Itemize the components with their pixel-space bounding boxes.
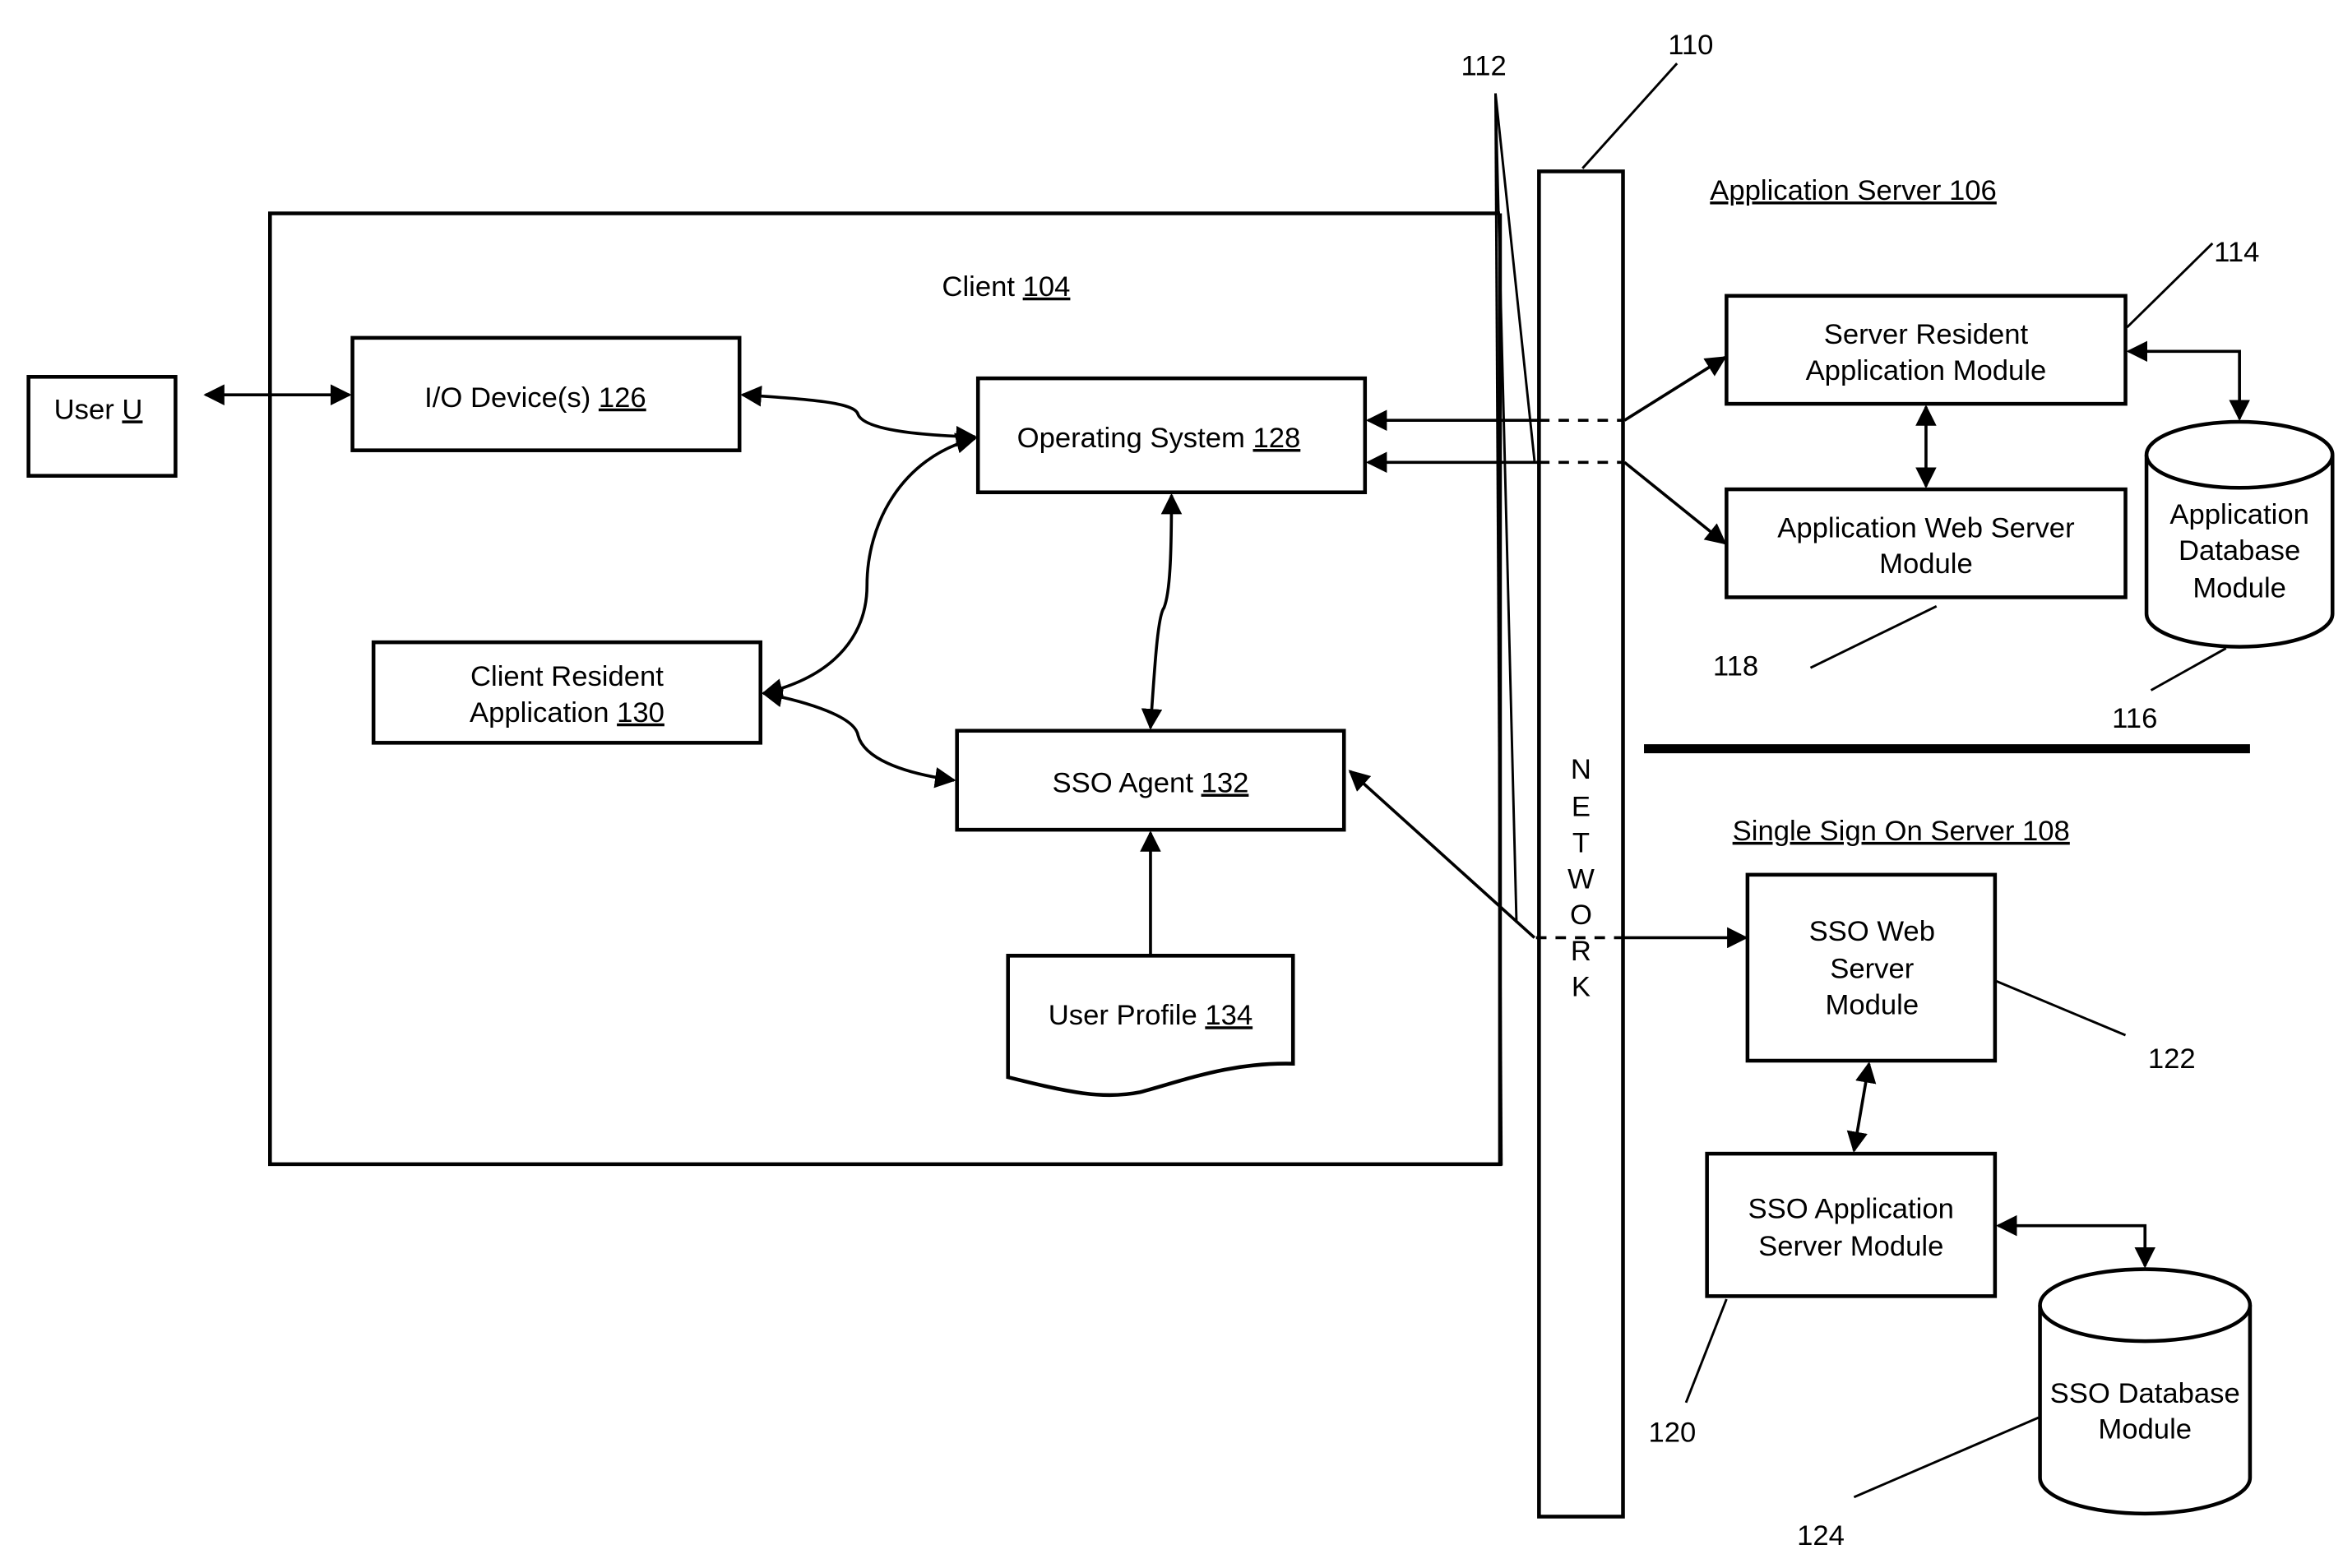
network-bar: N E T W O R K 110: [1537, 30, 1713, 1519]
app-db-line1: Application: [2169, 499, 2308, 530]
net-server-resident-arrow: [1623, 356, 1727, 422]
app-web-server-line2: Module: [1879, 548, 1973, 580]
sso-db-ref: 124: [1797, 1520, 1845, 1552]
app-db-ref: 116: [2112, 703, 2157, 734]
io-device-node: I/O Device(s) 126: [350, 335, 742, 452]
network-letter-w: W: [1567, 863, 1595, 895]
sso-server-title: Single Sign On Server 108: [1733, 816, 2070, 847]
app-database-module: Application Database Module 116: [2112, 419, 2335, 734]
user-ref: U: [122, 394, 142, 425]
svg-text:Operating System 128: Operating System 128: [1017, 423, 1301, 454]
app-web-server-line1: Application Web Server: [1777, 512, 2074, 543]
app-db-line2: Database: [2179, 535, 2300, 567]
server-resident-ref: 114: [2214, 237, 2259, 268]
network-ref: 110: [1668, 30, 1713, 61]
sso-web-app-arrow: [1846, 1062, 1877, 1153]
network-letter-n: N: [1571, 754, 1591, 785]
network-letter-o: O: [1570, 900, 1592, 931]
io-device-label: I/O Device(s): [424, 382, 590, 414]
sso-app-db-arrow: [1995, 1214, 2156, 1269]
sso-web-line1: SSO Web: [1809, 916, 1935, 947]
user-profile-ref: 134: [1205, 1000, 1253, 1031]
client-resident-app-ref: 130: [617, 697, 664, 728]
sso-web-ref: 122: [2148, 1043, 2196, 1075]
sso-app-ref: 120: [1649, 1417, 1697, 1448]
app-db-line3: Module: [2193, 572, 2286, 604]
user-label: User: [54, 394, 114, 425]
server-resident-line1: Server Resident: [1824, 319, 2029, 350]
sso-database-module: SSO Database Module 124: [1797, 1267, 2253, 1552]
sso-agent-node: SSO Agent 132: [955, 728, 1346, 832]
network-letter-r: R: [1571, 936, 1591, 967]
svg-text:SSO Agent 132: SSO Agent 132: [1053, 768, 1249, 799]
svg-text:Client 104: Client 104: [942, 271, 1070, 303]
sso-agent-ref: 132: [1202, 768, 1249, 799]
operating-system-ref: 128: [1253, 423, 1301, 454]
svg-text:Application 130: Application 130: [470, 697, 664, 728]
operating-system-label: Operating System: [1017, 423, 1245, 454]
app-web-server-module: Application Web Server Module 118: [1713, 487, 2128, 682]
network-letter-k: K: [1572, 972, 1591, 1003]
sso-web-server-module: SSO Web Server Module 122: [1745, 872, 2196, 1075]
application-server-group: Application Server 106 Server Resident A…: [1710, 175, 2335, 734]
svg-text:User Profile 134: User Profile 134: [1049, 1000, 1253, 1031]
svg-text:User U: User U: [54, 394, 143, 425]
sso-server-group: Single Sign On Server 108 SSO Web Server…: [1649, 816, 2253, 1552]
resident-db-arrow: [2126, 340, 2250, 421]
network-letter-t: T: [1572, 827, 1590, 858]
sso-app-line1: SSO Application: [1748, 1194, 1954, 1225]
client-resident-app-line1: Client Resident: [470, 661, 664, 692]
sso-db-line1: SSO Database: [2050, 1378, 2240, 1409]
client-resident-app-line2: Application: [470, 697, 609, 728]
user-profile-label: User Profile: [1049, 1000, 1197, 1031]
sso-architecture-diagram: User U Client 104 I/O Device(s) 126 Oper…: [26, 30, 2335, 1552]
client-label: Client: [942, 271, 1015, 303]
sso-web-line3: Module: [1825, 989, 1919, 1020]
client-resident-app-node: Client Resident Application 130: [371, 640, 763, 745]
network-letter-e: E: [1572, 792, 1591, 823]
server-resident-module: Server Resident Application Module 114: [1725, 237, 2259, 406]
client-ref: 104: [1023, 271, 1071, 303]
application-server-title: Application Server 106: [1710, 175, 1997, 206]
app-web-server-ref: 118: [1713, 650, 1758, 682]
connections-ref: 112: [1461, 51, 1507, 82]
sso-app-server-module: SSO Application Server Module 120: [1649, 1151, 1998, 1448]
net-app-web-arrow: [1623, 460, 1727, 545]
svg-text:I/O Device(s) 126: I/O Device(s) 126: [424, 382, 646, 414]
sso-app-line2: Server Module: [1758, 1231, 1943, 1262]
server-resident-line2: Application Module: [1806, 355, 2047, 386]
sso-agent-label: SSO Agent: [1053, 768, 1194, 799]
sso-db-line2: Module: [2098, 1414, 2192, 1445]
sso-web-line2: Server: [1830, 954, 1914, 985]
user-node: User U: [26, 375, 178, 478]
operating-system-node: Operating System 128: [975, 376, 1368, 495]
io-device-ref: 126: [599, 382, 646, 414]
